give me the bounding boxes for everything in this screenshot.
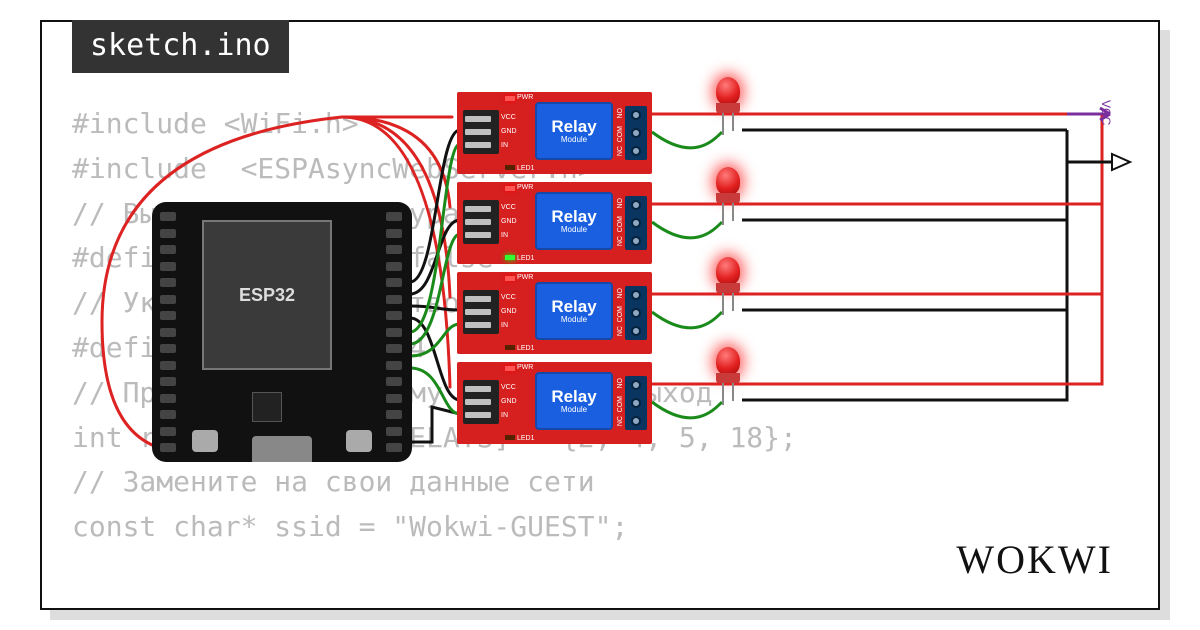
relay-power-led	[505, 96, 515, 101]
code-preview: #include <WiFi.h> #include <ESPAsyncWebS…	[72, 102, 1128, 550]
led-bulb	[716, 77, 740, 105]
relay-power-label: PWR	[517, 94, 533, 101]
card: sketch.ino #include <WiFi.h> #include <E…	[40, 20, 1160, 610]
file-tab[interactable]: sketch.ino	[72, 20, 289, 73]
wokwi-logo: WOKWI	[956, 536, 1113, 583]
project-card: sketch.ino #include <WiFi.h> #include <E…	[40, 20, 1160, 610]
